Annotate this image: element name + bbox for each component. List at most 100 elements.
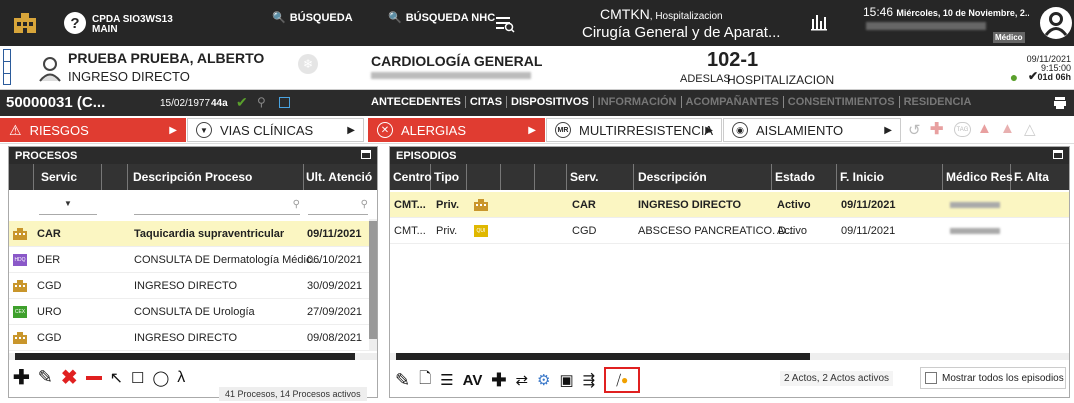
history-icon[interactable]: ↺ [908, 121, 921, 139]
col-ult-atencion[interactable]: Ult. Atenció [306, 170, 372, 184]
alerts-bar: ⚠ RIESGOS ▶ ▼ VIAS CLÍNICAS ▶ ✕ ALERGIAS… [0, 116, 1074, 144]
tab-acompanantes[interactable]: ACOMPAÑANTES [682, 96, 784, 108]
hospital-icon [13, 280, 27, 292]
col-serv[interactable]: Serv. [570, 170, 598, 184]
col-descripcion-proceso[interactable]: Descripción Proceso [133, 170, 252, 184]
fecha-filter-input[interactable]: ⚲ [308, 199, 368, 215]
isolation-icon: ◉ [732, 122, 748, 138]
arrow-back-icon[interactable]: ↖ [110, 368, 123, 388]
row-descripcion: INGRESO DIRECTO [638, 199, 742, 211]
print-icon[interactable] [1053, 95, 1067, 111]
delete-icon[interactable]: ✖ [61, 365, 78, 390]
alert-triangle-icon[interactable]: △ [1024, 120, 1036, 138]
stats-icon[interactable] [810, 12, 828, 32]
vias-clinicas-button[interactable]: ▼ VIAS CLÍNICAS ▶ [187, 118, 364, 142]
medical-cross-icon[interactable]: ✚ [930, 119, 943, 139]
tools-icon[interactable]: ⚙ [537, 371, 550, 389]
user-green-icon[interactable]: ● [1006, 69, 1022, 85]
row-serv: CAR [572, 199, 596, 211]
tab-informacion[interactable]: INFORMACIÓN [594, 96, 682, 108]
col-estado[interactable]: Estado [775, 170, 815, 184]
maximize-icon[interactable] [1053, 150, 1063, 159]
procesos-hscrollbar[interactable] [9, 353, 377, 360]
row-f-inicio: 09/11/2021 [841, 199, 896, 211]
table-row[interactable]: CMT... Priv. QUI CGD ABSCESO PANCREATICO. D.… [390, 218, 1069, 244]
row-estado: Activo [777, 225, 807, 237]
user-avatar-icon[interactable] [1040, 7, 1072, 39]
patient-tabs: ANTECEDENTES CITAS DISPOSITIVOS INFORMAC… [371, 96, 975, 108]
tab-dispositivos[interactable]: DISPOSITIVOS [507, 96, 594, 108]
transfer-icon[interactable]: ⇶ [583, 371, 596, 389]
row-descripcion: ABSCESO PANCREATICO. D... [638, 225, 796, 237]
row-servicio: DER [37, 254, 61, 266]
edit-icon[interactable]: ✎ [395, 370, 410, 391]
row-descripcion: CONSULTA DE Dermatología Médic... [134, 254, 321, 266]
row-tipo: Priv. [436, 225, 458, 237]
list-document-icon[interactable]: ☰ [440, 371, 453, 389]
table-row[interactable]: CGD INGRESO DIRECTO 30/09/2021 [9, 273, 369, 299]
hospital-menu-icon[interactable] [12, 11, 38, 35]
clinical-path-icon[interactable]: ◯ [152, 369, 169, 387]
col-tipo[interactable]: Tipo [434, 170, 459, 184]
add-icon[interactable]: ✚ [491, 370, 506, 391]
location-pin-icon: ⚲ [257, 95, 266, 109]
fall-risk-icon[interactable]: ▲ [977, 120, 992, 137]
tab-consentimientos[interactable]: CONSENTIMIENTOS [784, 96, 900, 108]
doctor-blurred [371, 72, 531, 79]
minus-icon[interactable] [85, 375, 102, 380]
add-icon[interactable]: ✚ [13, 365, 30, 390]
warning-edit-button[interactable]: ⧸ ● [604, 367, 641, 393]
hdq-icon: HDQ [13, 254, 27, 266]
help-icon[interactable]: ? [64, 12, 86, 34]
pressure-risk-icon[interactable]: ▲ [1000, 120, 1015, 137]
servicio-filter-dropdown[interactable]: ▼ [39, 199, 97, 215]
col-f-inicio[interactable]: F. Inicio [840, 170, 884, 184]
search-button[interactable]: 🔍 BÚSQUEDA [272, 11, 353, 25]
procesos-vscrollbar[interactable] [369, 219, 377, 351]
maximize-icon[interactable] [361, 150, 371, 159]
tag-icon[interactable]: TAG [954, 122, 971, 137]
tab-residencia[interactable]: RESIDENCIA [900, 96, 976, 108]
checkbox-icon[interactable] [279, 97, 290, 108]
riesgos-button[interactable]: ⚠ RIESGOS ▶ [0, 118, 186, 142]
row-servicio: CGD [37, 332, 62, 344]
tab-antecedentes[interactable]: ANTECEDENTES [371, 96, 466, 108]
row-serv: CGD [572, 225, 597, 237]
descripcion-filter-input[interactable]: ⚲ [134, 199, 300, 215]
col-centro[interactable]: Centro [393, 170, 432, 184]
list-search-icon[interactable] [495, 15, 515, 33]
tab-citas[interactable]: CITAS [466, 96, 508, 108]
room-number: 102-1 [707, 49, 759, 71]
table-row[interactable]: CAR Taquicardia supraventricular 09/11/202… [9, 221, 369, 247]
col-medico-responsable[interactable]: Médico Res [946, 170, 1013, 184]
package-icon[interactable]: ▣ [559, 371, 573, 389]
table-row[interactable]: CMT... Priv. CAR INGRESO DIRECTO Activo 09/11… [390, 192, 1069, 218]
row-descripcion: Taquicardia supraventricular [134, 228, 285, 240]
edit-icon[interactable]: ✎ [38, 367, 53, 388]
patient-dob: 15/02/1977 [160, 98, 211, 109]
aislamiento-button[interactable]: ◉ AISLAMIENTO ▶ [723, 118, 901, 142]
episodios-hscrollbar[interactable] [390, 353, 1069, 360]
col-f-alta[interactable]: F. Alta [1014, 170, 1049, 184]
chevron-right-icon: ▶ [169, 124, 177, 136]
new-document-icon[interactable]: 🗋 [419, 368, 431, 393]
table-row[interactable]: HDQ DER CONSULTA DE Dermatología Médic... 0… [9, 247, 369, 273]
show-all-checkbox[interactable] [925, 372, 937, 384]
col-servicio[interactable]: Servic [41, 170, 77, 184]
col-descripcion[interactable]: Descripción [638, 170, 707, 184]
row-estado: Activo [777, 199, 811, 211]
table-row[interactable]: CGD INGRESO DIRECTO 09/08/2021 [9, 325, 369, 351]
walk-icon[interactable]: λ [177, 369, 185, 387]
patient-id: 50000031 (C... [6, 94, 106, 111]
show-all-episodes-toggle[interactable]: Mostrar todos los episodios [920, 367, 1066, 389]
row-centro: CMT... [394, 199, 426, 211]
av-icon[interactable]: AV [463, 372, 483, 389]
chevron-right-icon: ▶ [705, 124, 713, 136]
table-row[interactable]: CEX URO CONSULTA DE Urología 27/09/2021 [9, 299, 369, 325]
shuffle-icon[interactable]: ⇄ [515, 371, 528, 389]
alergias-button[interactable]: ✕ ALERGIAS ▶ [368, 118, 545, 142]
multirresistencia-button[interactable]: MR MULTIRRESISTENCIA ▶ [546, 118, 722, 142]
row-fecha: 27/09/2021 [307, 306, 363, 318]
lock-icon[interactable]: ☐ [131, 369, 144, 387]
search-nhc-button[interactable]: 🔍 BÚSQUEDA NHC [388, 11, 495, 25]
